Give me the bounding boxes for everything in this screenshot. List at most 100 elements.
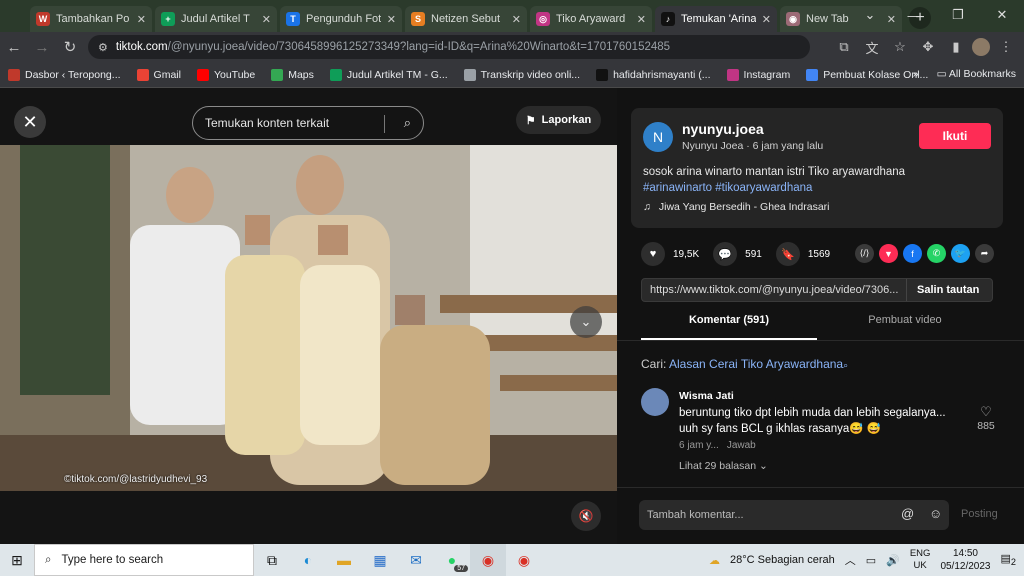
close-window-button[interactable]: ✕ xyxy=(980,0,1024,30)
share-arrow-icon[interactable]: ➦ xyxy=(975,244,994,263)
search-icon[interactable]: ⌕ xyxy=(404,115,411,131)
search-suggestion[interactable]: Cari: Alasan Cerai Tiko Aryawardhana⌕ xyxy=(641,357,848,371)
hashtags[interactable]: #arinawinarto #tikoaryawardhana xyxy=(643,180,993,196)
next-video-button[interactable]: ⌄ xyxy=(570,306,602,338)
tab-favicon-icon: + xyxy=(161,12,175,26)
edge-icon[interactable]: ◐ xyxy=(290,544,326,576)
translate-icon[interactable]: 文 xyxy=(860,35,884,59)
mention-icon[interactable]: @ xyxy=(901,506,914,521)
bookmark-item[interactable]: Transkrip video onli... xyxy=(463,68,580,81)
reply-button[interactable]: Jawab xyxy=(727,440,756,451)
windows-start-icon[interactable]: ⊞ xyxy=(0,544,34,576)
network-icon[interactable]: ▭ xyxy=(866,554,876,567)
share-link[interactable]: https://www.tiktok.com/@nyunyu.joea/vide… xyxy=(642,284,906,296)
video-frame[interactable] xyxy=(0,145,617,491)
sidepanel-icon[interactable]: ▮ xyxy=(944,35,968,59)
browser-tab[interactable]: + Judul Artikel T ✕ xyxy=(155,6,277,32)
restore-button[interactable]: ❐ xyxy=(936,0,980,30)
bookmark-item[interactable]: YouTube xyxy=(196,68,255,81)
like-action[interactable]: ♥ 19,5K xyxy=(641,242,699,266)
weather-text[interactable]: 28°C Sebagian cerah xyxy=(730,554,835,566)
bookmark-item[interactable]: Dasbor ‹ Teropong... xyxy=(8,68,121,81)
tab-close-icon[interactable]: ✕ xyxy=(262,13,271,26)
back-icon[interactable]: ← xyxy=(0,33,28,61)
all-bookmarks[interactable]: ▭ All Bookmarks xyxy=(937,68,1016,80)
save-action[interactable]: 🔖 1569 xyxy=(775,242,830,266)
volume-icon[interactable]: 🔊 xyxy=(886,554,900,567)
view-replies-button[interactable]: Lihat 29 balasan ⌄ xyxy=(679,460,768,472)
site-info-icon[interactable]: ⚙ xyxy=(98,41,108,54)
browser-tab[interactable]: W Tambahkan Po ✕ xyxy=(30,6,152,32)
tray-expand-icon[interactable]: ︿ xyxy=(845,552,856,568)
comment-like[interactable]: ♡ 885 xyxy=(973,404,999,432)
related-search-input[interactable]: Temukan konten terkait ⌕ xyxy=(192,106,424,140)
copy-link-button[interactable]: Salin tautan xyxy=(906,279,979,301)
comment-input[interactable]: Tambah komentar... @ ☺ xyxy=(639,500,949,530)
tab-creator-videos[interactable]: Pembuat video xyxy=(817,314,993,340)
language-indicator[interactable]: ENG UK xyxy=(910,548,931,572)
commenter-name[interactable]: Wisma Jati xyxy=(679,390,734,402)
taskbar-search[interactable]: ⌕ Type here to search xyxy=(34,544,254,576)
weather-icon[interactable]: ☁ xyxy=(709,554,720,567)
music-note-icon: ♫ xyxy=(643,201,651,213)
clock[interactable]: 14:50 05/12/2023 xyxy=(940,547,990,573)
browser-tab[interactable]: ♪ Temukan 'Arina ✕ xyxy=(655,6,777,32)
notification-icon[interactable]: ▤2 xyxy=(1001,552,1017,567)
cast-icon[interactable]: ⧉ xyxy=(832,35,856,59)
profile-avatar[interactable] xyxy=(972,38,990,56)
address-input[interactable]: ⚙ tiktok.com/@nyunyu.joea/video/73064589… xyxy=(88,35,810,59)
tab-search-icon[interactable]: ⌄ xyxy=(848,0,892,30)
bookmark-item[interactable]: Pembuat Kolase Onl... xyxy=(806,68,928,81)
minimize-button[interactable]: — xyxy=(892,0,936,30)
browser-tab[interactable]: ◎ Tiko Aryaward ✕ xyxy=(530,6,652,32)
tiktok-send-icon[interactable]: ▼ xyxy=(879,244,898,263)
embed-icon[interactable]: ⟨/⟩ xyxy=(855,244,874,263)
bookmark-label: hafidahrismayanti (... xyxy=(613,68,711,81)
forward-icon[interactable]: → xyxy=(28,33,56,61)
extensions-icon[interactable]: ✥ xyxy=(916,35,940,59)
chrome-icon[interactable]: ◉ xyxy=(470,544,506,576)
comment-action[interactable]: 💬 591 xyxy=(713,242,762,266)
bookmark-item[interactable]: Instagram xyxy=(726,68,790,81)
follow-button[interactable]: Ikuti xyxy=(919,123,991,149)
bookmarks-more[interactable]: » xyxy=(913,68,919,80)
bookmark-star-icon[interactable]: ☆ xyxy=(888,35,912,59)
author-avatar[interactable]: N xyxy=(643,122,673,152)
bookmark-item[interactable]: Gmail xyxy=(136,68,181,81)
tab-close-icon[interactable]: ✕ xyxy=(762,13,771,26)
store-icon[interactable]: ▦ xyxy=(362,544,398,576)
post-button[interactable]: Posting xyxy=(961,508,998,520)
task-view-icon[interactable]: ⧉ xyxy=(254,544,290,576)
report-button[interactable]: ⚑ Laporkan xyxy=(516,106,601,134)
author-username[interactable]: nyunyu.joea xyxy=(682,121,764,137)
bookmark-item[interactable]: hafidahrismayanti (... xyxy=(596,68,711,81)
commenter-avatar[interactable] xyxy=(641,388,669,416)
tab-close-icon[interactable]: ✕ xyxy=(512,13,521,26)
mail-icon[interactable]: ✉ xyxy=(398,544,434,576)
emoji-icon[interactable]: ☺ xyxy=(929,506,942,521)
suggest-query[interactable]: Alasan Cerai Tiko Aryawardhana xyxy=(669,357,843,371)
whatsapp-icon[interactable]: ● 57 xyxy=(434,544,470,576)
tab-close-icon[interactable]: ✕ xyxy=(137,13,146,26)
bookmark-item[interactable]: Maps xyxy=(271,68,314,81)
chrome-icon[interactable]: ◉ xyxy=(506,544,542,576)
tab-close-icon[interactable]: ✕ xyxy=(637,13,646,26)
clock-date: 05/12/2023 xyxy=(940,561,991,572)
lang-secondary: UK xyxy=(913,560,927,571)
tab-title: Netizen Sebut xyxy=(431,13,501,25)
tab-comments[interactable]: Komentar (591) xyxy=(641,314,817,340)
reload-icon[interactable]: ↻ xyxy=(56,33,84,61)
file-explorer-icon[interactable]: ▬ xyxy=(326,544,362,576)
whatsapp-share-icon[interactable]: ✆ xyxy=(927,244,946,263)
browser-tab[interactable]: T Pengunduh Fot ✕ xyxy=(280,6,402,32)
tab-close-icon[interactable]: ✕ xyxy=(387,13,396,26)
music-link[interactable]: ♫ Jiwa Yang Bersedih - Ghea Indrasari xyxy=(643,201,830,213)
twitter-icon[interactable]: 🐦 xyxy=(951,244,970,263)
bookmark-item[interactable]: Judul Artikel TM - G... xyxy=(329,68,448,81)
facebook-icon[interactable]: f xyxy=(903,244,922,263)
browser-tab[interactable]: S Netizen Sebut ✕ xyxy=(405,6,527,32)
menu-icon[interactable]: ⋮ xyxy=(994,35,1018,59)
mute-button[interactable]: 🔇 xyxy=(571,501,601,531)
video-player[interactable]: ✕ Temukan konten terkait ⌕ ⚑ Laporkan ⌄ … xyxy=(0,88,617,544)
close-video-button[interactable]: ✕ xyxy=(14,106,46,138)
